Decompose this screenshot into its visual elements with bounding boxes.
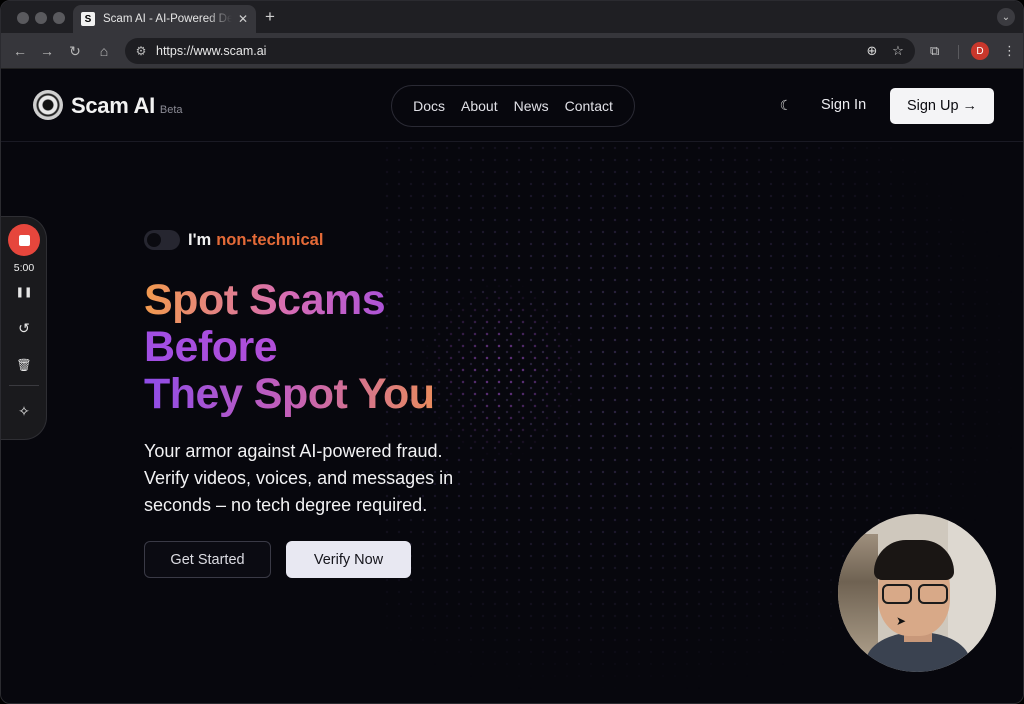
- beta-badge: Beta: [159, 104, 183, 116]
- headline-line-2: Before: [144, 324, 294, 371]
- subcopy-line-2: Verify videos, voices, and messages in: [144, 468, 454, 488]
- stop-recording-button[interactable]: [8, 224, 40, 256]
- browser-toolbar: ← → ↻ ⌂ ⚙ https://www.scam.ai ⊕ ☆ ⧉ D ⋮: [1, 33, 1023, 69]
- technical-mode-toggle[interactable]: I'm non-technical: [144, 230, 489, 250]
- hero-section: I'm non-technical Spot Scams Before They…: [144, 230, 489, 578]
- eye-logo-icon: [33, 90, 63, 120]
- webcam-person-glasses: [882, 584, 948, 604]
- nav-link-contact[interactable]: Contact: [557, 98, 621, 114]
- webcam-background-shelf: [838, 534, 878, 654]
- nav-link-news[interactable]: News: [506, 98, 557, 114]
- new-tab-button[interactable]: +: [265, 7, 275, 27]
- subcopy-line-1: Your armor against AI-powered fraud.: [144, 441, 443, 461]
- forward-arrow-icon[interactable]: →: [38, 42, 56, 60]
- nav-link-docs[interactable]: Docs: [405, 98, 453, 114]
- mouse-cursor-icon: ➤: [896, 614, 907, 628]
- browser-menu-icon[interactable]: ⋮: [1003, 42, 1016, 60]
- site-header: Scam AI Beta Docs About News Contact ☾ S…: [1, 70, 1023, 142]
- tab-close-icon[interactable]: ✕: [238, 12, 248, 26]
- toggle-label-prefix: I'm: [188, 230, 212, 249]
- nav-link-about[interactable]: About: [453, 98, 506, 114]
- address-bar[interactable]: ⚙ https://www.scam.ai ⊕ ☆: [125, 38, 915, 64]
- tab-title: Scam AI - AI-Powered Deepfake Detection: [103, 13, 232, 25]
- extensions-icon[interactable]: ⧉: [930, 42, 939, 60]
- sign-in-link[interactable]: Sign In: [821, 97, 866, 113]
- profile-avatar[interactable]: D: [971, 42, 989, 60]
- recorder-divider: [9, 385, 39, 386]
- toggle-label-accent: non-technical: [216, 230, 324, 249]
- cta-row: Get Started Verify Now: [144, 541, 489, 578]
- moon-icon[interactable]: ☾: [777, 96, 795, 114]
- reload-icon[interactable]: ↻: [66, 42, 84, 60]
- restart-icon[interactable]: ↺: [14, 318, 34, 338]
- tab-strip: S Scam AI - AI-Powered Deepfake Detectio…: [1, 1, 1023, 33]
- toggle-knob: [147, 233, 161, 247]
- pause-icon[interactable]: ❚❚: [14, 283, 34, 303]
- zoom-icon[interactable]: ⊕: [863, 42, 881, 60]
- webcam-bubble[interactable]: ➤: [838, 514, 996, 672]
- subcopy-line-3: seconds – no tech degree required.: [144, 495, 428, 515]
- hero-headline: Spot Scams Before They Spot You: [144, 277, 489, 418]
- verify-now-button[interactable]: Verify Now: [286, 541, 411, 578]
- headline-line-3: They Spot You: [144, 371, 464, 418]
- bookmark-star-icon[interactable]: ☆: [889, 42, 907, 60]
- get-started-button[interactable]: Get Started: [144, 541, 271, 578]
- effects-icon[interactable]: ✧: [14, 401, 34, 421]
- url-text[interactable]: https://www.scam.ai: [156, 44, 863, 58]
- back-arrow-icon[interactable]: ←: [11, 42, 29, 60]
- browser-window: S Scam AI - AI-Powered Deepfake Detectio…: [0, 0, 1024, 704]
- toolbar-divider: [958, 45, 959, 59]
- window-close-button[interactable]: [17, 12, 29, 24]
- window-minimize-button[interactable]: [35, 12, 47, 24]
- toggle-switch[interactable]: [144, 230, 180, 250]
- webcam-person-hair: [874, 540, 954, 580]
- logo-text: Scam AI: [71, 93, 155, 118]
- browser-tab-active[interactable]: S Scam AI - AI-Powered Deepfake Detectio…: [73, 5, 256, 33]
- tab-search-icon[interactable]: ⌄: [997, 8, 1015, 26]
- main-nav: Docs About News Contact: [391, 85, 635, 127]
- sign-up-button[interactable]: Sign Up →: [890, 88, 994, 124]
- window-zoom-button[interactable]: [53, 12, 65, 24]
- site-logo[interactable]: Scam AI Beta: [33, 90, 183, 120]
- hero-subcopy: Your armor against AI-powered fraud. Ver…: [144, 438, 489, 519]
- recording-timer: 5:00: [13, 262, 35, 274]
- stop-icon: [18, 234, 30, 246]
- headline-line-1: Spot Scams: [144, 277, 409, 324]
- recorder-toolbar: 5:00 ❚❚ ↺ 🗑 ✧: [1, 216, 47, 440]
- trash-icon[interactable]: 🗑: [14, 355, 34, 375]
- site-settings-icon[interactable]: ⚙: [132, 42, 150, 60]
- home-icon[interactable]: ⌂: [95, 42, 113, 60]
- site-favicon-icon: S: [81, 12, 95, 26]
